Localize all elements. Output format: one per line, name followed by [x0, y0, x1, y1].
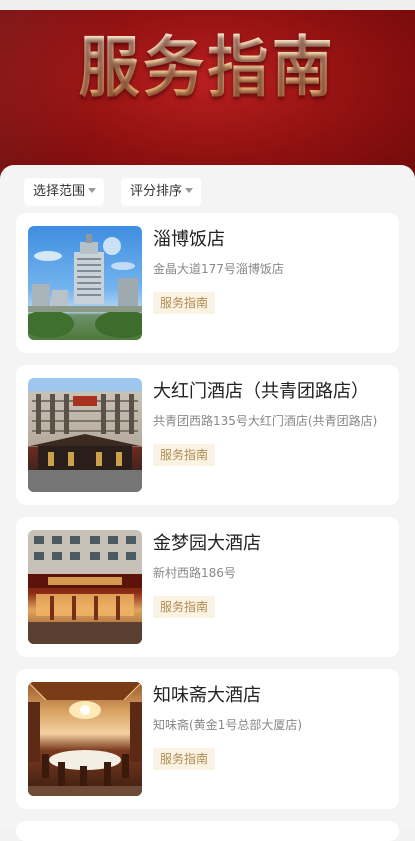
filter-range-dropdown[interactable]: 选择范围 [24, 178, 105, 206]
banner-title: 服务指南 [17, 28, 399, 107]
caret-down-icon [88, 188, 97, 193]
hotel-address: 知味斋(黄金1号总部大厦店) [153, 718, 302, 732]
hotel-photo [28, 378, 142, 492]
hotel-name: 金梦园大酒店 [153, 533, 261, 554]
hotel-card[interactable]: 大红门酒店（共青团路店） 共青团西路135号大红门酒店(共青团路店) 服务指南 [16, 365, 399, 505]
hotel-address: 共青团西路135号大红门酒店(共青团路店) [153, 414, 378, 428]
service-guide-tag[interactable]: 服务指南 [153, 748, 216, 770]
hotel-address: 金晶大道177号淄博饭店 [153, 262, 284, 276]
status-strip [0, 0, 415, 10]
hotel-name: 知味斋大酒店 [153, 685, 261, 706]
hotel-name: 淄博饭店 [153, 229, 225, 250]
filter-range-label: 选择范围 [33, 184, 86, 199]
banner: 服务指南 [0, 10, 415, 185]
service-guide-tag[interactable]: 服务指南 [153, 292, 216, 314]
hotel-photo [28, 226, 142, 340]
hotel-card[interactable] [16, 821, 399, 841]
hotel-address: 新村西路186号 [153, 566, 236, 580]
hotel-photo [28, 682, 142, 796]
hotel-photo [28, 530, 142, 644]
filter-sort-label: 评分排序 [130, 184, 183, 199]
hotel-card[interactable]: 知味斋大酒店 知味斋(黄金1号总部大厦店) 服务指南 [16, 669, 399, 809]
service-guide-tag[interactable]: 服务指南 [153, 444, 216, 466]
service-guide-tag[interactable]: 服务指南 [153, 596, 216, 618]
caret-down-icon [185, 188, 194, 193]
hotel-name: 大红门酒店（共青团路店） [153, 381, 369, 402]
hotel-card[interactable]: 淄博饭店 金晶大道177号淄博饭店 服务指南 [16, 213, 399, 353]
hotel-card[interactable]: 金梦园大酒店 新村西路186号 服务指南 [16, 517, 399, 657]
filter-sort-dropdown[interactable]: 评分排序 [121, 178, 202, 206]
